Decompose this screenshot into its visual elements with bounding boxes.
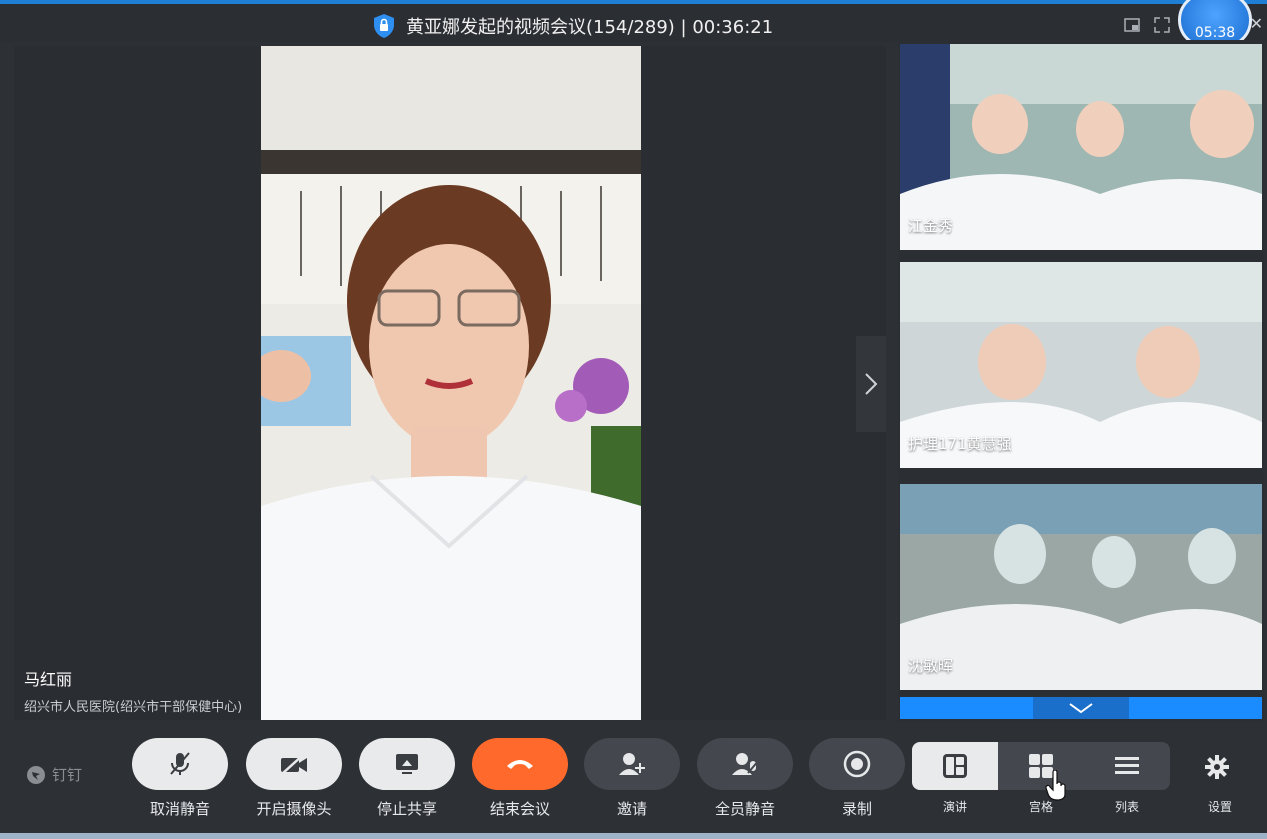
participant-name: 沈敏晖: [908, 657, 954, 675]
settings-label: 设置: [1207, 800, 1232, 814]
participant-panel: 江金秀 护理171黄慧强 沈敏晖: [898, 40, 1264, 722]
window-controls: [1123, 16, 1171, 34]
participant-name: 江金秀: [908, 217, 954, 235]
hang-up-icon: [507, 760, 533, 769]
mic-muted-icon: [170, 752, 190, 775]
floating-timer-text: 05:38: [1194, 25, 1236, 41]
invite-button[interactable]: [584, 738, 680, 790]
next-page-button[interactable]: [856, 336, 886, 432]
record-icon: [843, 750, 871, 778]
settings-button[interactable]: [1204, 754, 1230, 784]
participant-tile[interactable]: 沈敏晖: [900, 484, 1262, 690]
brand-text: 钉钉: [52, 766, 83, 784]
unmute-button[interactable]: [132, 738, 228, 790]
screen-share-icon: [396, 754, 418, 774]
panel-collapse-bar[interactable]: [900, 697, 1262, 719]
record-button[interactable]: [809, 738, 905, 790]
speaker-layout-icon: [943, 754, 967, 778]
record-label: 录制: [841, 800, 872, 818]
chevron-down-icon: [1069, 703, 1093, 714]
title-group: 黄亚娜发起的视频会议(154/289) | 00:36:21: [372, 13, 773, 39]
main-stage: 马红丽 绍兴市人民医院(绍兴市干部保健中心): [14, 46, 886, 720]
participant-name: 护理171黄慧强: [908, 435, 1012, 453]
layout-speaker-label: 演讲: [942, 800, 967, 814]
meeting-title: 黄亚娜发起的视频会议(154/289) | 00:36:21: [406, 17, 774, 38]
speaker-organization: 绍兴市人民医院(绍兴市干部保健中心): [24, 700, 243, 715]
picture-in-picture-icon[interactable]: [1123, 16, 1141, 34]
participant-video: [900, 44, 1262, 250]
stop-share-button[interactable]: [359, 738, 455, 790]
bottom-strip: [0, 833, 1267, 839]
collapse-button[interactable]: [1033, 697, 1129, 719]
gear-icon: [1205, 755, 1229, 779]
add-user-icon: [619, 753, 645, 775]
fullscreen-icon[interactable]: [1153, 16, 1171, 34]
hand-cursor-icon: [1045, 770, 1066, 801]
camera-label: 开启摄像头: [256, 800, 332, 818]
title-bar: 黄亚娜发起的视频会议(154/289) | 00:36:21 ✕: [0, 4, 1267, 42]
participant-tile[interactable]: 护理171黄慧强: [900, 262, 1262, 468]
participant-tile[interactable]: 江金秀: [900, 44, 1262, 250]
dingtalk-logo-icon: [27, 765, 45, 784]
layout-grid-button[interactable]: [998, 742, 1084, 790]
brand-logo: 钉钉: [26, 764, 82, 785]
shield-icon: [374, 14, 394, 38]
mute-all-button[interactable]: [697, 738, 793, 790]
list-layout-icon: [1115, 757, 1139, 774]
camera-button[interactable]: [246, 738, 342, 790]
stop-share-label: 停止共享: [376, 800, 437, 818]
main-speaker-video[interactable]: [261, 46, 641, 720]
camera-off-icon: [281, 753, 307, 775]
layout-list-button[interactable]: [1084, 742, 1170, 790]
layout-switcher: [912, 742, 1170, 790]
unmute-label: 取消静音: [149, 800, 210, 818]
participant-video: [900, 484, 1262, 690]
speaker-name: 马红丽: [24, 670, 73, 689]
meeting-toolbar: 钉钉 取消静音 开启摄像头 停止共享 结束会议 邀请 全员静音 录制 演讲 宫格…: [0, 722, 1267, 839]
chevron-right-icon: [865, 373, 878, 395]
main-video-frame: [261, 46, 641, 720]
layout-list-label: 列表: [1114, 800, 1139, 814]
mute-all-label: 全员静音: [714, 800, 775, 818]
end-meeting-label: 结束会议: [489, 800, 550, 818]
layout-speaker-button[interactable]: [912, 742, 998, 790]
mute-all-icon: [732, 753, 760, 775]
end-meeting-button[interactable]: [472, 738, 568, 790]
invite-label: 邀请: [616, 800, 647, 818]
layout-grid-label: 宫格: [1028, 800, 1053, 814]
